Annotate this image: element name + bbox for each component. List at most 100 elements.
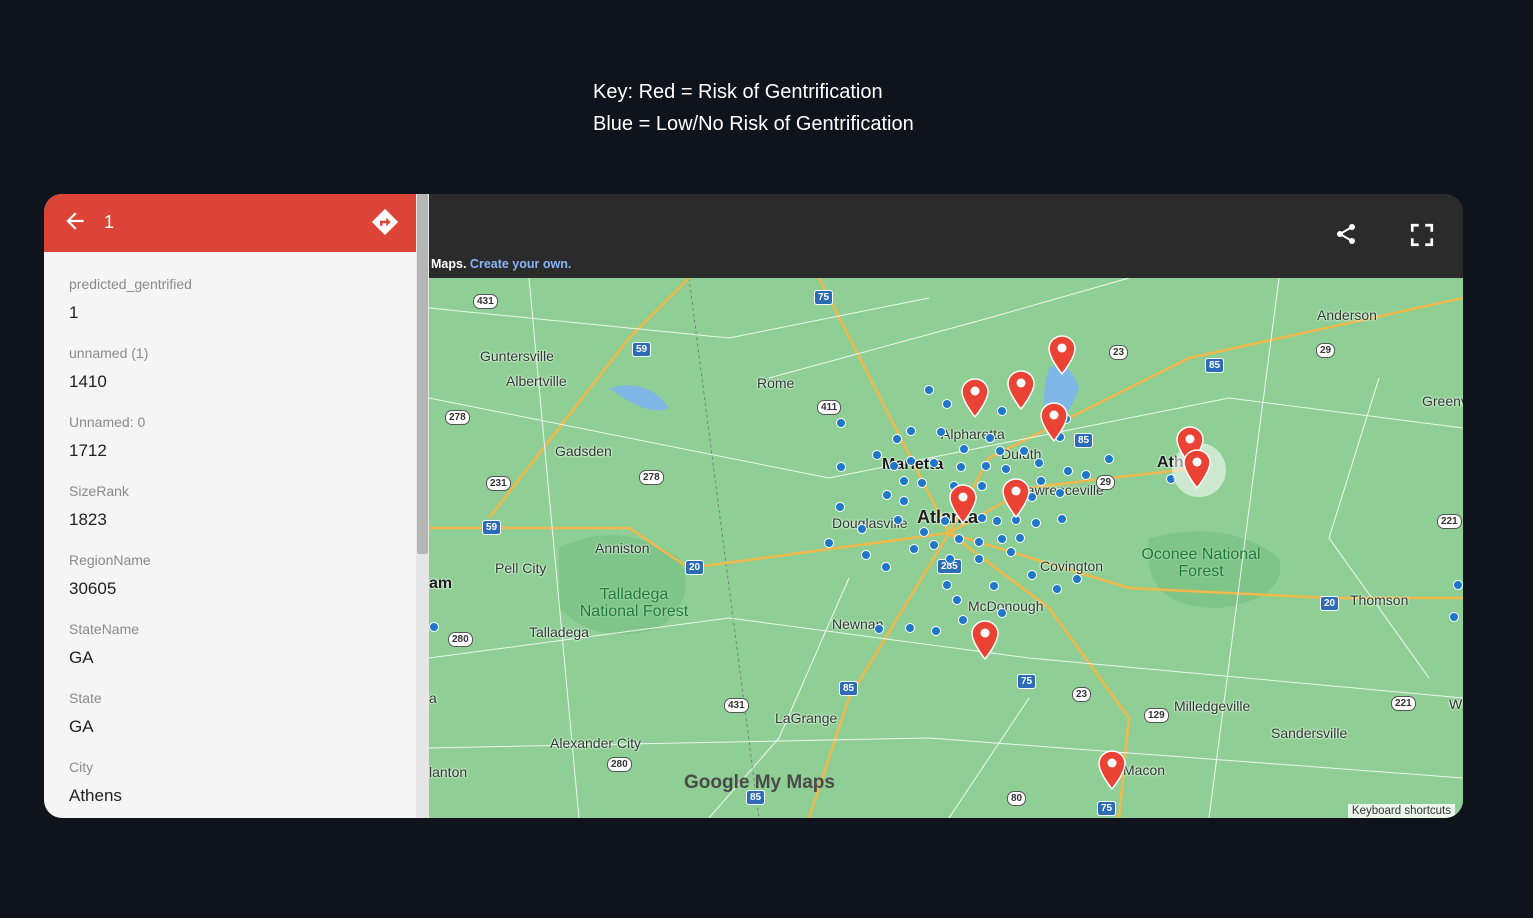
panel-scrollbar-thumb[interactable] [417,194,428,554]
low-risk-marker[interactable] [936,427,946,437]
map-canvas[interactable]: Guntersville Albertville Rome Gadsden An… [429,278,1463,818]
low-risk-marker[interactable] [905,623,915,633]
low-risk-marker[interactable] [892,434,902,444]
park-label: Talladega National Forest [579,586,689,620]
low-risk-marker[interactable] [906,426,916,436]
low-risk-marker[interactable] [882,490,892,500]
low-risk-marker[interactable] [919,527,929,537]
share-icon[interactable] [1334,222,1358,246]
risk-marker-pin-icon[interactable] [949,484,977,524]
low-risk-marker[interactable] [974,554,984,564]
low-risk-marker[interactable] [995,446,1005,456]
low-risk-marker[interactable] [959,444,969,454]
low-risk-marker[interactable] [917,478,927,488]
low-risk-marker[interactable] [952,595,962,605]
low-risk-marker[interactable] [906,456,916,466]
field-label: State [69,690,102,706]
low-risk-marker[interactable] [857,524,867,534]
risk-marker-pin-icon[interactable] [1098,750,1126,790]
place-label: Covington [1040,558,1104,574]
low-risk-marker[interactable] [893,515,903,525]
low-risk-marker[interactable] [1057,514,1067,524]
low-risk-marker[interactable] [985,433,995,443]
risk-marker-pin-icon[interactable] [1048,335,1076,375]
low-risk-marker[interactable] [977,481,987,491]
risk-marker-pin-icon[interactable] [1002,478,1030,518]
low-risk-marker[interactable] [1055,488,1065,498]
low-risk-marker[interactable] [945,554,955,564]
selected-risk-marker-pin-icon[interactable] [1183,449,1211,489]
low-risk-marker[interactable] [1031,518,1041,528]
key-line-red: Key: Red = Risk of Gentrification [593,81,883,103]
risk-marker-pin-icon[interactable] [971,620,999,660]
low-risk-marker[interactable] [881,562,891,572]
low-risk-marker[interactable] [1052,584,1062,594]
directions-icon[interactable] [370,207,400,237]
place-label: Anniston [595,540,650,556]
low-risk-marker[interactable] [1449,612,1459,622]
route-shield-icon: 23 [1072,687,1092,702]
low-risk-marker[interactable] [1081,470,1091,480]
low-risk-marker[interactable] [899,476,909,486]
low-risk-marker[interactable] [909,544,919,554]
field-value: 1712 [69,441,107,460]
low-risk-marker[interactable] [929,540,939,550]
route-shield-icon: 278 [445,410,470,425]
place-label: Anderson [1317,307,1377,323]
interstate-shield-icon: 75 [1097,801,1117,816]
map-header-bar: Maps. Create your own. [429,194,1463,278]
fullscreen-icon[interactable] [1409,222,1435,248]
low-risk-marker[interactable] [861,550,871,560]
low-risk-marker[interactable] [942,399,952,409]
place-label: a [429,690,437,706]
place-label: Pell City [495,560,547,576]
risk-marker-pin-icon[interactable] [961,378,989,418]
low-risk-marker[interactable] [1019,446,1029,456]
low-risk-marker[interactable] [874,624,884,634]
low-risk-marker[interactable] [836,462,846,472]
risk-marker-pin-icon[interactable] [1007,370,1035,410]
low-risk-marker[interactable] [942,580,952,590]
low-risk-marker[interactable] [899,496,909,506]
low-risk-marker[interactable] [429,622,439,632]
attribution: Maps. Create your own. [431,257,571,271]
low-risk-marker[interactable] [989,581,999,591]
low-risk-marker[interactable] [872,450,882,460]
low-risk-marker[interactable] [1036,476,1046,486]
low-risk-marker[interactable] [1453,580,1463,590]
low-risk-marker[interactable] [958,615,968,625]
low-risk-marker[interactable] [1104,454,1114,464]
low-risk-marker[interactable] [1015,533,1025,543]
interstate-shield-icon: 85 [1205,358,1225,373]
low-risk-marker[interactable] [836,418,846,428]
low-risk-marker[interactable] [835,502,845,512]
field-value: 1410 [69,372,107,391]
field-value: GA [69,648,94,667]
low-risk-marker[interactable] [931,626,941,636]
low-risk-marker[interactable] [924,385,934,395]
low-risk-marker[interactable] [1063,466,1073,476]
low-risk-marker[interactable] [824,538,834,548]
low-risk-marker[interactable] [1072,574,1082,584]
low-risk-marker[interactable] [1034,458,1044,468]
low-risk-marker[interactable] [929,458,939,468]
low-risk-marker[interactable] [1001,464,1011,474]
low-risk-marker[interactable] [956,462,966,472]
low-risk-marker[interactable] [992,516,1002,526]
low-risk-marker[interactable] [997,534,1007,544]
back-arrow-icon[interactable] [62,208,88,234]
low-risk-marker[interactable] [981,461,991,471]
field-label: predicted_gentrified [69,276,192,292]
low-risk-marker[interactable] [954,534,964,544]
create-your-own-link[interactable]: Create your own. [470,257,571,271]
interstate-shield-icon: 85 [839,681,859,696]
low-risk-marker[interactable] [997,608,1007,618]
low-risk-marker[interactable] [1027,570,1037,580]
low-risk-marker[interactable] [1006,547,1016,557]
low-risk-marker[interactable] [889,461,899,471]
keyboard-shortcuts-link[interactable]: Keyboard shortcuts [1347,804,1455,818]
risk-marker-pin-icon[interactable] [1040,402,1068,442]
low-risk-marker[interactable] [977,513,987,523]
low-risk-marker[interactable] [997,406,1007,416]
low-risk-marker[interactable] [974,537,984,547]
